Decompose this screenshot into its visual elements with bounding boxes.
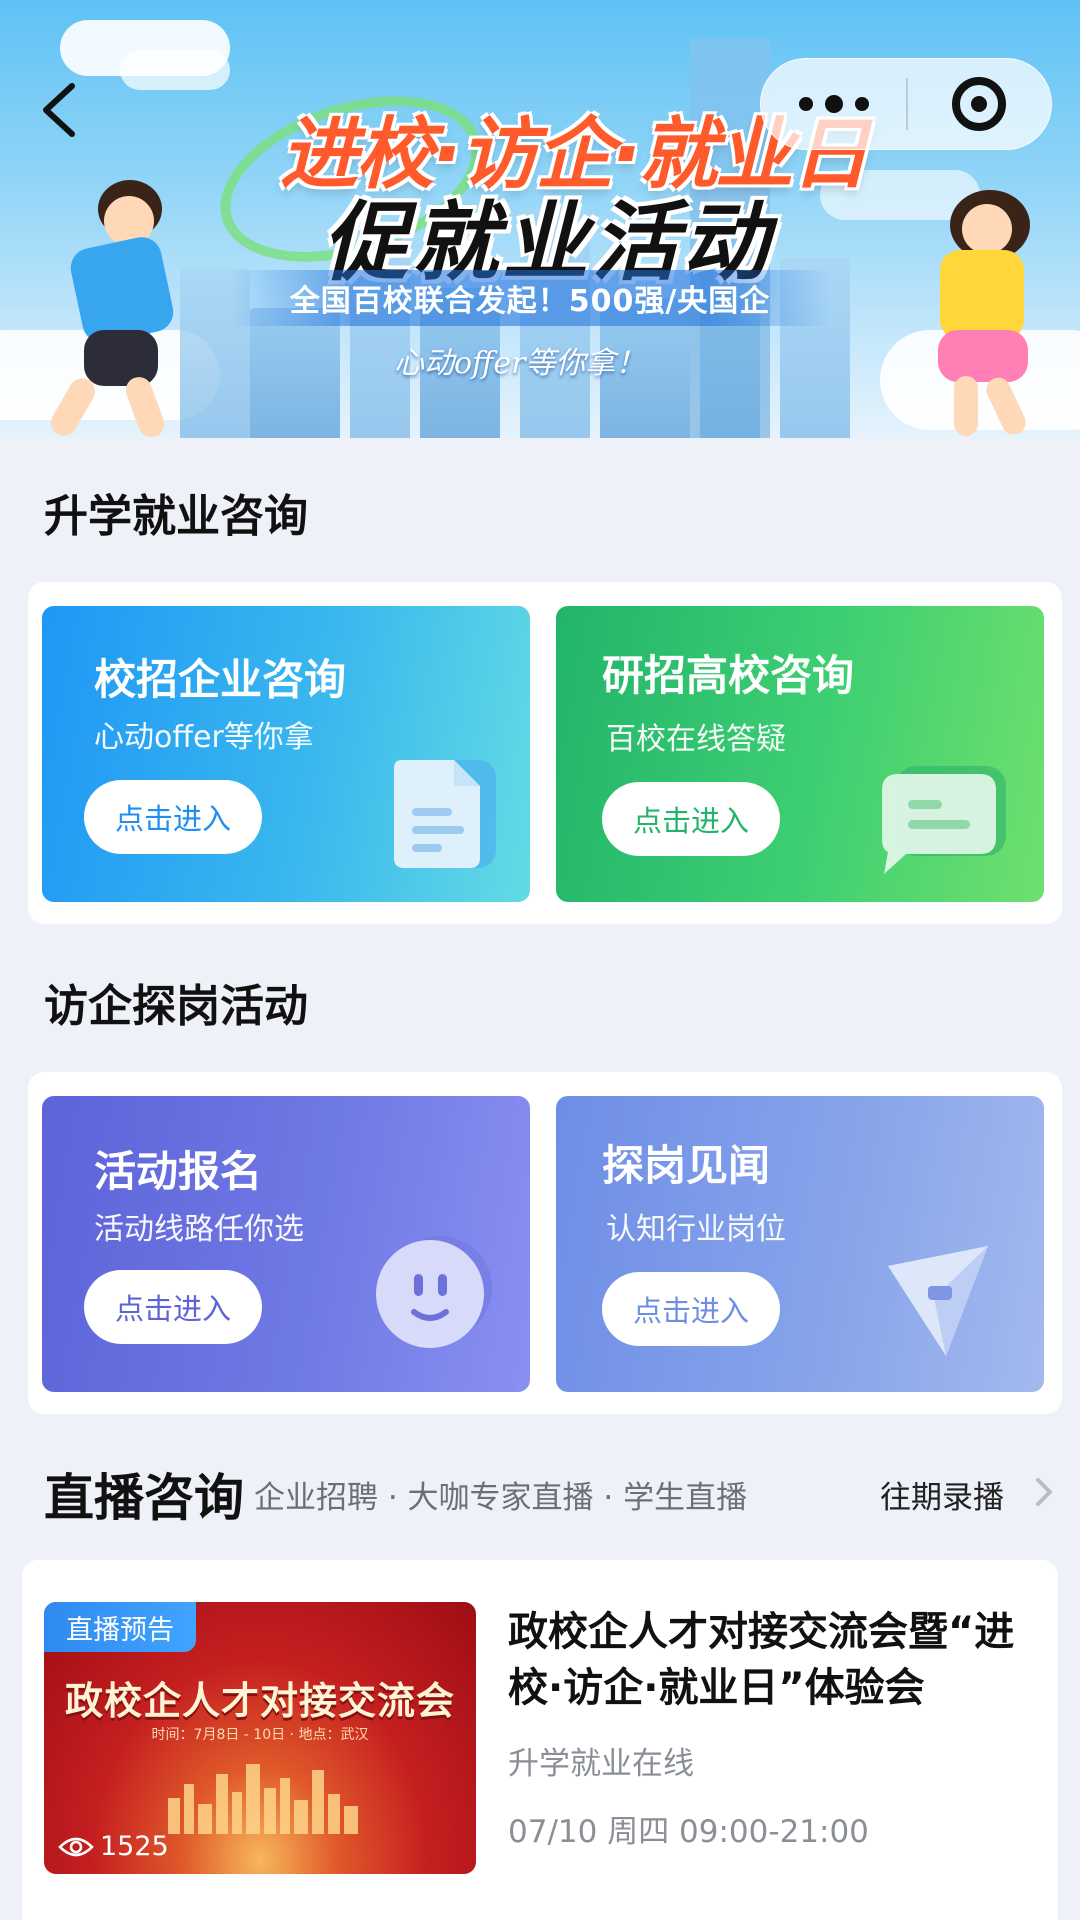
section-title-consult: 升学就业咨询 (44, 491, 308, 542)
chevron-right-icon[interactable] (1030, 1472, 1058, 1512)
running-boy-illustration (40, 180, 190, 438)
card-subtitle: 百校在线答疑 (606, 722, 786, 757)
live-preview-badge: 直播预告 (44, 1602, 196, 1652)
view-count: 1525 (58, 1831, 169, 1862)
visit-panel: 活动报名 活动线路任你选 点击进入 探岗见闻 认知行业岗位 点击进入 (28, 1072, 1062, 1414)
live-event-title[interactable]: 政校企人才对接交流会暨“进校·访企·就业日”体验会 (508, 1604, 1028, 1716)
card-title: 校招企业咨询 (94, 655, 347, 704)
enter-button[interactable]: 点击进入 (84, 780, 262, 854)
cloud-decoration (120, 50, 230, 90)
card-campus-enterprise-consult[interactable]: 校招企业咨询 心动offer等你拿 点击进入 (42, 606, 530, 902)
chat-bubble-icon (876, 766, 1010, 882)
banner-slogan: 心动offer等你拿！ (394, 346, 646, 381)
document-icon (384, 756, 500, 876)
city-skyline-decoration (168, 1764, 358, 1834)
card-title: 探岗见闻 (602, 1141, 771, 1190)
section-title-visit: 访企探岗活动 (44, 981, 308, 1032)
card-title: 活动报名 (94, 1147, 263, 1196)
live-event-time: 07/10 周四 09:00-21:00 (508, 1814, 869, 1850)
view-count-value: 1525 (100, 1831, 169, 1862)
card-title: 研招高校咨询 (602, 651, 855, 700)
hero-banner: 进校·访企·就业日 促就业活动 全国百校联合发起！500强/央国企 心动offe… (0, 0, 1080, 438)
live-thumbnail[interactable]: 直播预告 政校企人才对接交流会 时间：7月8日 - 10日 · 地点：武汉 15… (44, 1602, 476, 1874)
live-section-title: 直播咨询 (44, 1469, 244, 1527)
consult-panel: 校招企业咨询 心动offer等你拿 点击进入 研招高校咨询 百校在线答疑 点击进… (28, 582, 1062, 924)
live-event-organizer: 升学就业在线 (508, 1746, 694, 1782)
past-recordings-link[interactable]: 往期录播 (880, 1472, 1004, 1517)
card-activity-signup[interactable]: 活动报名 活动线路任你选 点击进入 (42, 1096, 530, 1392)
back-button[interactable] (38, 80, 84, 140)
eye-icon (58, 1837, 94, 1856)
thumbnail-title: 政校企人才对接交流会 (64, 1679, 455, 1723)
more-dots-icon[interactable] (761, 59, 906, 149)
card-subtitle: 心动offer等你拿 (94, 720, 314, 755)
chevron-left-icon (43, 83, 75, 137)
running-girl-illustration (910, 190, 1060, 438)
card-job-exploration[interactable]: 探岗见闻 认知行业岗位 点击进入 (556, 1096, 1044, 1392)
send-plane-icon (876, 1236, 996, 1364)
card-graduate-school-consult[interactable]: 研招高校咨询 百校在线答疑 点击进入 (556, 606, 1044, 902)
enter-button[interactable]: 点击进入 (602, 1272, 780, 1346)
miniprogram-capsule (760, 58, 1052, 150)
live-section-tags: 企业招聘 · 大咖专家直播 · 学生直播 (254, 1480, 748, 1516)
thumbnail-subtitle: 时间：7月8日 - 10日 · 地点：武汉 (151, 1727, 369, 1743)
smiley-icon (374, 1232, 494, 1356)
enter-button[interactable]: 点击进入 (84, 1270, 262, 1344)
card-subtitle: 认知行业岗位 (606, 1212, 786, 1247)
close-target-button[interactable] (908, 59, 1051, 149)
live-event-card[interactable]: 直播预告 政校企人才对接交流会 时间：7月8日 - 10日 · 地点：武汉 15… (22, 1560, 1058, 1920)
live-section-header: 直播咨询 企业招聘 · 大咖专家直播 · 学生直播 往期录播 (0, 1450, 1080, 1530)
card-subtitle: 活动线路任你选 (94, 1212, 304, 1247)
banner-subtitle: 全国百校联合发起！500强/央国企 (230, 270, 830, 326)
building-decoration (250, 308, 340, 438)
enter-button[interactable]: 点击进入 (602, 782, 780, 856)
target-circle-icon (952, 77, 1007, 131)
